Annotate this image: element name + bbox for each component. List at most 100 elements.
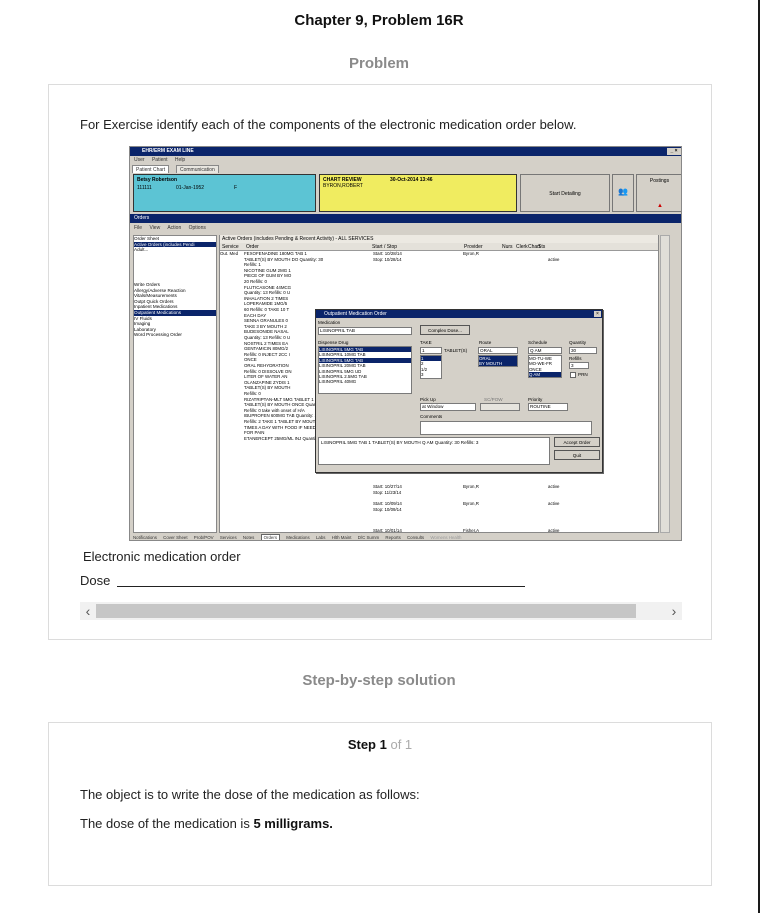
orders-title-bar: Orders [130,214,681,223]
bottom-tab-orders[interactable]: Orders [260,534,281,540]
menu-patient[interactable]: Patient [152,157,168,163]
take-field[interactable]: 1 [420,347,442,354]
schedule-field[interactable]: Q AM [528,347,562,354]
dose-label: Dose [80,573,111,588]
ehr-window-title: EHR/ERM EXAM LINE _ × [130,147,681,156]
orders-menubar: File View Action Options [130,224,681,232]
col-start-stop[interactable]: Start / Stop [372,243,397,251]
left-pane-item [134,258,216,264]
refills-field[interactable]: 3 [569,362,589,369]
col-order[interactable]: Order [246,243,259,251]
sc-pow-label: SC/POW [484,397,503,402]
menu-action[interactable]: Action [167,225,181,231]
bottom-tab[interactable]: Hlth Maint [332,535,352,540]
chart-review-banner[interactable]: CHART REVIEW 30-Oct-2014 13:46 BYRON,ROB… [319,174,517,212]
chart-review-date: 30-Oct-2014 13:46 [390,177,433,183]
bottom-tab[interactable]: Womens Health [430,535,461,540]
take-option[interactable]: 3 [421,372,441,377]
col-provider[interactable]: Provider [464,243,483,251]
bottom-tab[interactable]: Medications [286,535,309,540]
postings-label: Postings [649,178,670,184]
sc-pow-field [480,403,520,411]
route-field[interactable]: ORAL [478,347,518,354]
route-options[interactable]: ORAL BY MOUTH [478,355,518,367]
step-of: of 1 [390,737,413,752]
people-icon[interactable]: 👥 [612,174,634,212]
menu-view[interactable]: View [149,225,160,231]
outpatient-medication-dialog: Outpatient Medication Order × Medication… [315,309,603,473]
order-status: active [548,257,560,262]
solution-card: Step 1 of 1 The object is to write the d… [48,722,712,886]
priority-field[interactable]: ROUTINE [528,403,568,411]
warning-icon: ▲ [657,203,663,209]
bottom-tab[interactable]: D/C Summ [358,535,379,540]
patient-dob: 01-Jan-1952 [176,185,205,191]
schedule-options[interactable]: MO-TU-WE MO-WE-FR ONCE Q AM [528,355,562,378]
postings-button[interactable]: Postings ▲ [636,174,681,212]
close-icon[interactable]: × [594,311,601,317]
order-provider: Byron,R [463,484,479,489]
order-provider: Fisher,A [463,528,480,533]
order-service: Out. Med [220,251,239,256]
order-provider: Byron,R [463,501,479,506]
chevron-left-icon[interactable]: ‹ [80,602,96,620]
problem-card: For Exercise identify each of the compon… [48,84,712,640]
complex-dose-button[interactable]: Complex Dose... [420,325,470,335]
bottom-tab[interactable]: Cover Sheet [163,535,187,540]
route-option[interactable]: BY MOUTH [479,361,517,366]
chevron-right-icon[interactable]: › [666,602,682,620]
col-clerk[interactable]: Clerk [516,243,528,251]
dispense-drug-list[interactable]: LISINOPRIL 5MG TAB LISINOPRIL 10MG TAB L… [318,346,412,394]
dispense-option[interactable]: LISINOPRIL 40MG [319,379,411,384]
take-options[interactable]: 1 2 1/2 3 [420,355,442,379]
orders-scrollbar[interactable] [660,235,670,533]
bottom-tab[interactable]: Services [220,535,237,540]
patient-id: 111111 [137,185,152,191]
menu-file[interactable]: File [134,225,142,231]
menu-user[interactable]: User [134,157,145,163]
schedule-option[interactable]: Q AM [529,372,561,377]
orders-column-header: Service Order Start / Stop Provider Nurs… [220,243,658,251]
chapter-title: Chapter 9, Problem 16R [294,12,464,29]
bottom-tab[interactable]: Reports [385,535,400,540]
scrollbar-thumb[interactable] [96,604,636,618]
accept-order-button[interactable]: Accept Order [554,437,600,447]
priority-label: Priority [528,397,543,402]
bottom-tab[interactable]: Notes [243,535,254,540]
bottom-tab[interactable]: Labs [316,535,326,540]
problem-text: For Exercise identify each of the compon… [80,117,577,132]
take-unit: TABLET(S) [444,348,468,353]
col-status[interactable]: Sts [538,243,545,251]
medication-field[interactable]: LISINOPRIL TAB [318,327,412,335]
bottom-tab[interactable]: Notifications [133,535,157,540]
solution-prefix: The dose of the medication is [80,816,254,831]
step-indicator: Step 1 of 1 [49,737,711,752]
dose-answer-line [117,586,525,587]
comments-label: Comments [420,414,443,419]
tab-communication[interactable]: Communication [176,165,219,173]
order-start: Start: 10/28/14 [373,251,402,256]
col-service[interactable]: Service [222,243,239,251]
chart-bottom-tabs: Notifications Cover Sheet Prob/POV Servi… [130,534,681,540]
ehr-window-title-text: EHR/ERM EXAM LINE [142,148,194,154]
col-nurse[interactable]: Nurs [502,243,513,251]
order-summary: LISINOPRIL 5MG TAB 1 TABLET(S) BY MOUTH … [318,437,550,465]
quit-button[interactable]: Quit [554,450,600,460]
refills-label: Refills [569,356,582,361]
order-stop: Stop: 10/09/14 [373,507,402,512]
comments-field[interactable] [420,421,592,435]
menu-options[interactable]: Options [189,225,206,231]
menu-help[interactable]: Help [175,157,185,163]
start-detailing-button[interactable]: Start Detailing [520,174,610,212]
prn-checkbox[interactable] [570,372,576,378]
bottom-tab[interactable]: Prob/POV [194,535,214,540]
pickup-field[interactable]: at Window [420,403,476,411]
tab-patient-chart[interactable]: Patient Chart [132,165,170,173]
patient-banner[interactable]: Betsy Robertson 111111 01-Jan-1952 F [133,174,316,212]
problem-heading: Problem [348,55,409,72]
left-pane-item[interactable]: Word Processing Order [134,332,216,338]
horizontal-scrollbar[interactable]: ‹ › [80,602,682,620]
take-label: TAKE [420,340,432,345]
bottom-tab[interactable]: Consults [407,535,424,540]
quantity-field[interactable]: 30 [569,347,597,354]
